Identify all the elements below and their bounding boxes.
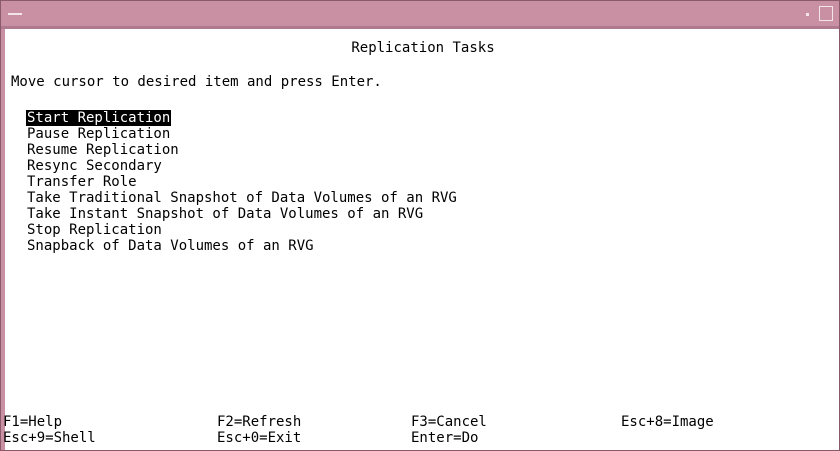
cancel-key[interactable]: F3=Cancel [411,414,487,430]
window-menu-icon[interactable] [7,7,23,21]
window-border [1,29,5,450]
terminal-window: Replication Tasks Move cursor to desired… [0,0,840,451]
menu-item-traditional-snapshot[interactable]: Take Traditional Snapshot of Data Volume… [27,190,457,206]
terminal-screen: Replication Tasks Move cursor to desired… [3,29,837,449]
shell-key[interactable]: Esc+9=Shell [3,430,96,446]
menu-item-snapback[interactable]: Snapback of Data Volumes of an RVG [27,238,314,254]
menu-item-resync-secondary[interactable]: Resync Secondary [27,158,162,174]
menu-item-instant-snapshot[interactable]: Take Instant Snapshot of Data Volumes of… [27,206,423,222]
menu-item-resume-replication[interactable]: Resume Replication [27,142,179,158]
menu-item-pause-replication[interactable]: Pause Replication [27,126,170,142]
maximize-icon[interactable] [819,6,833,21]
instructions: Move cursor to desired item and press En… [11,74,382,90]
do-key[interactable]: Enter=Do [411,430,478,446]
refresh-key[interactable]: F2=Refresh [217,414,301,430]
help-key[interactable]: F1=Help [3,414,62,430]
image-key[interactable]: Esc+8=Image [621,414,714,430]
screen-title: Replication Tasks [351,40,495,56]
menu-item-stop-replication[interactable]: Stop Replication [27,222,162,238]
menu-item-transfer-role[interactable]: Transfer Role [27,174,137,190]
exit-key[interactable]: Esc+0=Exit [217,430,301,446]
menu-item-start-replication[interactable]: Start Replication [26,110,172,126]
minimize-icon[interactable] [801,7,815,21]
window-titlebar[interactable] [1,1,839,29]
